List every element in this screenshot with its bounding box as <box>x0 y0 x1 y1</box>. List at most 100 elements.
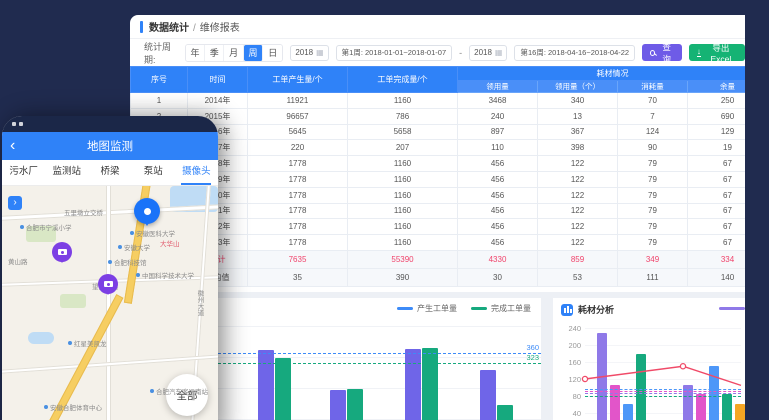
breadcrumb-section[interactable]: 数据统计 <box>149 23 189 34</box>
y-tick: 120 <box>557 375 581 384</box>
period-label: 统计周期: <box>144 40 178 66</box>
period-option-月[interactable]: 月 <box>224 45 243 61</box>
consumables-plot <box>585 328 741 420</box>
back-icon[interactable]: ‹ <box>10 139 15 153</box>
breadcrumb-accent-bar <box>140 21 143 33</box>
tab-摄像头[interactable]: 摄像头 <box>175 160 218 185</box>
poi-dot-icon <box>150 389 154 393</box>
bar-产生工单量[interactable] <box>405 349 421 420</box>
bar-完成工单量[interactable] <box>497 405 513 420</box>
map-lake <box>28 332 54 344</box>
map-canvas[interactable]: › 全部 五里墩立交桥合肥市宁溪小学安徽医科大学安徽大学合肥科技馆中国科学技术大… <box>2 186 218 420</box>
table-row: 62019年177811604561227967 <box>131 171 746 187</box>
sub-column-header: 余量 <box>688 81 746 93</box>
table-row: 12014年119211160346834070250 <box>131 93 746 109</box>
map-label: 安徽合肥体育中心 <box>44 402 102 412</box>
week-end-input[interactable]: 第16周: 2018-04-16~2018-04-22 <box>514 45 635 61</box>
period-option-周[interactable]: 周 <box>244 45 263 61</box>
camera-marker-icon[interactable] <box>98 274 118 294</box>
tab-泵站[interactable]: 泵站 <box>132 160 175 185</box>
legend-swatch-icon <box>471 307 487 310</box>
tab-桥梁[interactable]: 桥梁 <box>88 160 131 185</box>
bar-完成工单量[interactable] <box>275 358 291 420</box>
map-label: 合肥汽车客运南站 <box>150 386 208 396</box>
query-button[interactable]: 查询 <box>642 44 682 61</box>
legend-item: 产生工单量 <box>397 303 457 314</box>
poi-dot-icon <box>118 245 122 249</box>
y-tick: 240 <box>557 324 581 333</box>
bar-产生工单量[interactable] <box>480 370 496 420</box>
app-header: ‹ 地图监测 <box>2 132 218 160</box>
year-end-value: 2018 <box>474 48 492 57</box>
table-row: 52018年177811604561227967 <box>131 156 746 172</box>
camera-marker-icon[interactable] <box>52 242 72 262</box>
period-option-年[interactable]: 年 <box>186 45 205 61</box>
map-label: 合肥市宁溪小学 <box>20 222 72 232</box>
map-tabs: 污水厂监测站桥梁泵站摄像头 <box>2 160 218 186</box>
year-start-value: 2018 <box>295 48 313 57</box>
poi-dot-icon <box>108 260 112 264</box>
chart-legend-swatch <box>719 307 745 310</box>
report-table: 序号时间工单产生量/个工单完成量/个耗材情况领用量领用量（个）消耗量余量1201… <box>130 66 745 287</box>
range-separator: - <box>459 48 462 58</box>
total-row: 合计7635553904330859349334 <box>131 250 746 268</box>
status-icon <box>19 122 23 126</box>
poi-dot-icon <box>68 341 72 345</box>
report-table-wrap: 序号时间工单产生量/个工单完成量/个耗材情况领用量领用量（个）消耗量余量1201… <box>130 66 745 287</box>
map-label: 红星美凯龙 <box>68 338 107 348</box>
map-label: 安徽大学 <box>118 242 150 252</box>
average-row: 平均值353903053111140 <box>131 268 746 286</box>
map-label: 大华山 <box>160 238 180 248</box>
chart-legend: 产生工单量 完成工单量 <box>397 303 531 314</box>
desktop-dashboard: 数据统计 / 维修报表 统计周期: 年季月周日 2018 ▦ 第1周: 2018-0… <box>130 15 745 420</box>
poi-dot-icon <box>44 405 48 409</box>
column-header: 时间 <box>188 67 248 93</box>
table-row: 82021年177811604561227967 <box>131 203 746 219</box>
y-tick: 200 <box>557 341 581 350</box>
chart-title: 耗材分析 <box>578 303 614 316</box>
table-row: 42017年2202071103989019 <box>131 140 746 156</box>
bar-产生工单量[interactable] <box>330 390 346 420</box>
year-end-picker[interactable]: 2018 ▦ <box>469 45 507 61</box>
bar-完成工单量[interactable] <box>347 389 363 420</box>
map-label: 中国科学技术大学 <box>136 270 194 280</box>
export-excel-button[interactable]: ↓ 导出Excel <box>689 44 745 61</box>
charts-row: 产生工单量完成工单量 360323 耗材分析 2402001601208040 <box>130 292 745 420</box>
map-label: 安徽医科大学 <box>130 228 175 238</box>
y-tick: 80 <box>557 392 581 401</box>
bar-chart-icon <box>561 304 573 316</box>
app-title: 地图监测 <box>87 138 133 154</box>
tab-监测站[interactable]: 监测站 <box>45 160 88 185</box>
bar-完成工单量[interactable] <box>422 348 438 420</box>
filter-toolbar: 统计周期: 年季月周日 2018 ▦ 第1周: 2018-01-01~2018-… <box>130 39 745 66</box>
map-label: 徽州大道 <box>194 290 204 316</box>
consumables-chart: 耗材分析 2402001601208040 <box>553 298 745 420</box>
map-park <box>60 294 86 308</box>
chart-title-row: 耗材分析 <box>561 303 614 316</box>
status-bar <box>2 116 218 132</box>
year-start-picker[interactable]: 2018 ▦ <box>290 45 328 61</box>
period-option-日[interactable]: 日 <box>263 45 282 61</box>
trend-line <box>585 328 741 420</box>
map-label: 合肥科技馆 <box>108 257 147 267</box>
y-tick: 40 <box>557 409 581 418</box>
column-header: 序号 <box>131 67 188 93</box>
page-title: 维修报表 <box>200 23 240 34</box>
poi-dot-icon <box>20 225 24 229</box>
breadcrumb: 数据统计 / 维修报表 <box>130 15 745 39</box>
table-row: 102023年177811604561227967 <box>131 235 746 251</box>
table-row: 22015年96657786240137690 <box>131 108 746 124</box>
sub-column-header: 领用量 <box>458 81 538 93</box>
legend-item: 完成工单量 <box>471 303 531 314</box>
status-icon <box>12 122 16 126</box>
panel-expander-icon[interactable]: › <box>8 196 22 210</box>
selected-pin-icon[interactable] <box>134 198 160 224</box>
table-row: 32016年56455658897367124129 <box>131 124 746 140</box>
bar-产生工单量[interactable] <box>258 350 274 420</box>
breadcrumb-separator: / <box>193 23 196 34</box>
tab-污水厂[interactable]: 污水厂 <box>2 160 45 185</box>
map-label: 黄山路 <box>8 256 28 266</box>
poi-dot-icon <box>130 231 134 235</box>
week-start-input[interactable]: 第1周: 2018-01-01~2018-01-07 <box>336 45 452 61</box>
period-option-季[interactable]: 季 <box>205 45 224 61</box>
